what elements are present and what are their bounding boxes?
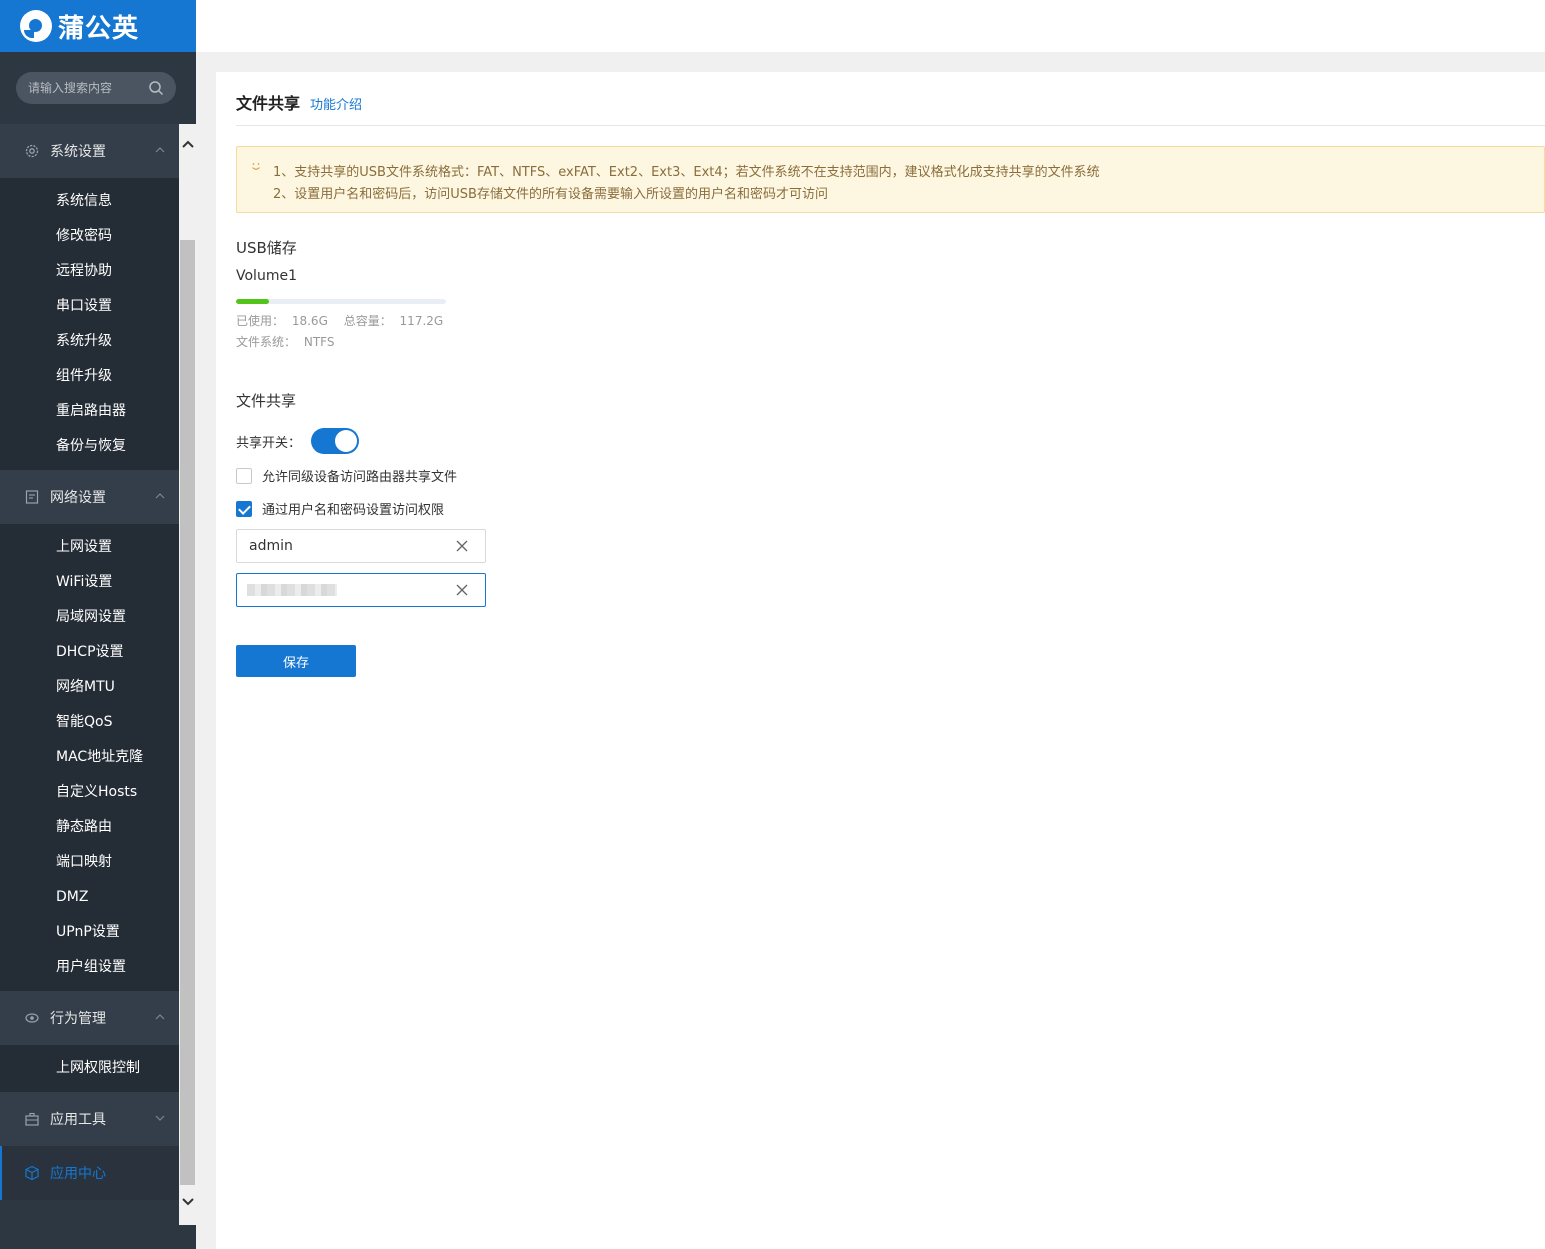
storage-progress-bar bbox=[236, 299, 446, 304]
filesystem-info: 文件系统： NTFS bbox=[236, 333, 338, 350]
submenu-network-settings: 上网设置 WiFi设置 局域网设置 DHCP设置 网络MTU 智能QoS MAC… bbox=[0, 524, 179, 991]
submenu-behavior-management: 上网权限控制 bbox=[0, 1045, 179, 1092]
used-label: 已使用： bbox=[236, 314, 285, 328]
search-input[interactable] bbox=[28, 81, 138, 95]
sidebar: 蒲公英 系统设置 系统信息 修改密码 远程协助 串口设置 系统升级 组件升级 bbox=[0, 0, 196, 1249]
total-label: 总容量： bbox=[343, 314, 392, 328]
username-input[interactable] bbox=[237, 530, 437, 562]
menu-item-serial-settings[interactable]: 串口设置 bbox=[0, 289, 179, 324]
scroll-down-icon[interactable] bbox=[179, 1192, 196, 1212]
menu-item-internet-settings[interactable]: 上网设置 bbox=[0, 530, 179, 565]
title-row: 文件共享 功能介绍 bbox=[236, 90, 362, 114]
search-area bbox=[0, 52, 196, 124]
chevron-up-icon bbox=[155, 1014, 165, 1020]
document-icon bbox=[24, 489, 40, 505]
auth-row[interactable]: 通过用户名和密码设置访问权限 bbox=[236, 499, 444, 518]
smile-icon bbox=[252, 163, 260, 170]
share-switch-row: 共享开关： bbox=[236, 428, 360, 454]
menu-item-static-route[interactable]: 静态路由 bbox=[0, 810, 179, 845]
storage-progress-fill bbox=[236, 299, 270, 304]
notice-box: 1、支持共享的USB文件系统格式：FAT、NTFS、exFAT、Ext2、Ext… bbox=[236, 146, 1545, 213]
toggle-knob bbox=[335, 430, 358, 452]
menu-item-reboot-router[interactable]: 重启路由器 bbox=[0, 394, 179, 429]
menu-item-component-upgrade[interactable]: 组件升级 bbox=[0, 359, 179, 394]
menu-item-mac-clone[interactable]: MAC地址克隆 bbox=[0, 740, 179, 775]
menu-item-lan-settings[interactable]: 局域网设置 bbox=[0, 600, 179, 635]
notice-line-2: 2、设置用户名和密码后，访问USB存储文件的所有设备需要输入所设置的用户名和密码… bbox=[273, 187, 828, 202]
fs-value: NTFS bbox=[303, 335, 335, 349]
gear-icon bbox=[24, 143, 40, 159]
menu-item-wifi-settings[interactable]: WiFi设置 bbox=[0, 565, 179, 600]
scrollbar-thumb[interactable] bbox=[180, 240, 195, 1185]
total-value: 117.2G bbox=[399, 314, 444, 328]
menu-item-custom-hosts[interactable]: 自定义Hosts bbox=[0, 775, 179, 810]
notice-line-1: 1、支持共享的USB文件系统格式：FAT、NTFS、exFAT、Ext2、Ext… bbox=[273, 165, 1100, 180]
title-divider bbox=[236, 125, 1545, 126]
auth-label: 通过用户名和密码设置访问权限 bbox=[262, 503, 445, 518]
share-section-title: 文件共享 bbox=[236, 392, 297, 410]
menu-group-label: 行为管理 bbox=[50, 1011, 106, 1027]
menu-group-label: 应用工具 bbox=[50, 1112, 106, 1128]
storage-usage: 已使用： 18.6G 总容量： 117.2G bbox=[236, 312, 447, 329]
chevron-down-icon bbox=[155, 1115, 165, 1121]
menu-group-system-settings[interactable]: 系统设置 bbox=[0, 124, 179, 178]
used-value: 18.6G bbox=[291, 314, 328, 328]
allow-peer-row[interactable]: 允许同级设备访问路由器共享文件 bbox=[236, 466, 457, 485]
scroll-up-icon[interactable] bbox=[179, 134, 196, 154]
menu-group-label: 网络设置 bbox=[50, 490, 106, 506]
search-box[interactable] bbox=[16, 72, 176, 104]
feature-intro-link[interactable]: 功能介绍 bbox=[310, 94, 362, 113]
menu-item-internet-access-control[interactable]: 上网权限控制 bbox=[0, 1051, 179, 1086]
menu-item-smart-qos[interactable]: 智能QoS bbox=[0, 705, 179, 740]
logo-bar[interactable]: 蒲公英 bbox=[0, 0, 196, 52]
fs-label: 文件系统： bbox=[236, 335, 297, 349]
share-switch-label: 共享开关： bbox=[236, 435, 302, 451]
menu-group-label: 系统设置 bbox=[50, 144, 106, 160]
menu-item-remote-assist[interactable]: 远程协助 bbox=[0, 254, 179, 289]
main-panel: 文件共享 功能介绍 1、支持共享的USB文件系统格式：FAT、NTFS、exFA… bbox=[216, 72, 1545, 1249]
menu-item-backup-restore[interactable]: 备份与恢复 bbox=[0, 429, 179, 464]
chevron-up-icon bbox=[155, 147, 165, 153]
allow-peer-checkbox[interactable] bbox=[236, 467, 252, 484]
cube-icon bbox=[24, 1165, 40, 1181]
brand-name: 蒲公英 bbox=[58, 13, 140, 44]
menu-item-port-mapping[interactable]: 端口映射 bbox=[0, 845, 179, 880]
usb-section-title: USB储存 bbox=[236, 239, 297, 257]
page-title: 文件共享 bbox=[236, 94, 301, 113]
menu-group-label: 应用中心 bbox=[50, 1166, 106, 1182]
menu-item-network-mtu[interactable]: 网络MTU bbox=[0, 670, 179, 705]
masked-password[interactable] bbox=[247, 584, 337, 596]
top-bar bbox=[196, 0, 1545, 52]
menu-group-app-tools[interactable]: 应用工具 bbox=[0, 1092, 179, 1146]
sidebar-footer bbox=[0, 1225, 196, 1249]
password-field[interactable] bbox=[236, 573, 486, 607]
save-button[interactable]: 保存 bbox=[236, 645, 356, 677]
logo-icon bbox=[20, 10, 52, 42]
sidebar-scrollbar[interactable] bbox=[179, 124, 196, 1225]
share-toggle[interactable] bbox=[311, 428, 360, 454]
sidebar-menu: 系统设置 系统信息 修改密码 远程协助 串口设置 系统升级 组件升级 重启路由器… bbox=[0, 124, 179, 1225]
close-icon[interactable] bbox=[455, 583, 469, 597]
chevron-up-icon bbox=[155, 493, 165, 499]
close-icon[interactable] bbox=[455, 539, 469, 553]
menu-item-dhcp-settings[interactable]: DHCP设置 bbox=[0, 635, 179, 670]
menu-item-dmz[interactable]: DMZ bbox=[0, 880, 179, 915]
eye-icon bbox=[24, 1010, 40, 1026]
menu-item-system-info[interactable]: 系统信息 bbox=[0, 184, 179, 219]
username-field[interactable] bbox=[236, 529, 486, 563]
menu-item-system-upgrade[interactable]: 系统升级 bbox=[0, 324, 179, 359]
allow-peer-label: 允许同级设备访问路由器共享文件 bbox=[262, 470, 458, 485]
menu-item-upnp-settings[interactable]: UPnP设置 bbox=[0, 915, 179, 950]
submenu-system-settings: 系统信息 修改密码 远程协助 串口设置 系统升级 组件升级 重启路由器 备份与恢… bbox=[0, 178, 179, 470]
search-icon[interactable] bbox=[148, 80, 164, 96]
auth-checkbox[interactable] bbox=[236, 500, 252, 517]
briefcase-icon bbox=[24, 1111, 40, 1127]
menu-group-network-settings[interactable]: 网络设置 bbox=[0, 470, 179, 524]
menu-group-app-center[interactable]: 应用中心 bbox=[0, 1146, 179, 1200]
menu-group-behavior-management[interactable]: 行为管理 bbox=[0, 991, 179, 1045]
menu-item-change-password[interactable]: 修改密码 bbox=[0, 219, 179, 254]
menu-item-user-group-settings[interactable]: 用户组设置 bbox=[0, 950, 179, 985]
volume-name: Volume1 bbox=[236, 268, 297, 284]
